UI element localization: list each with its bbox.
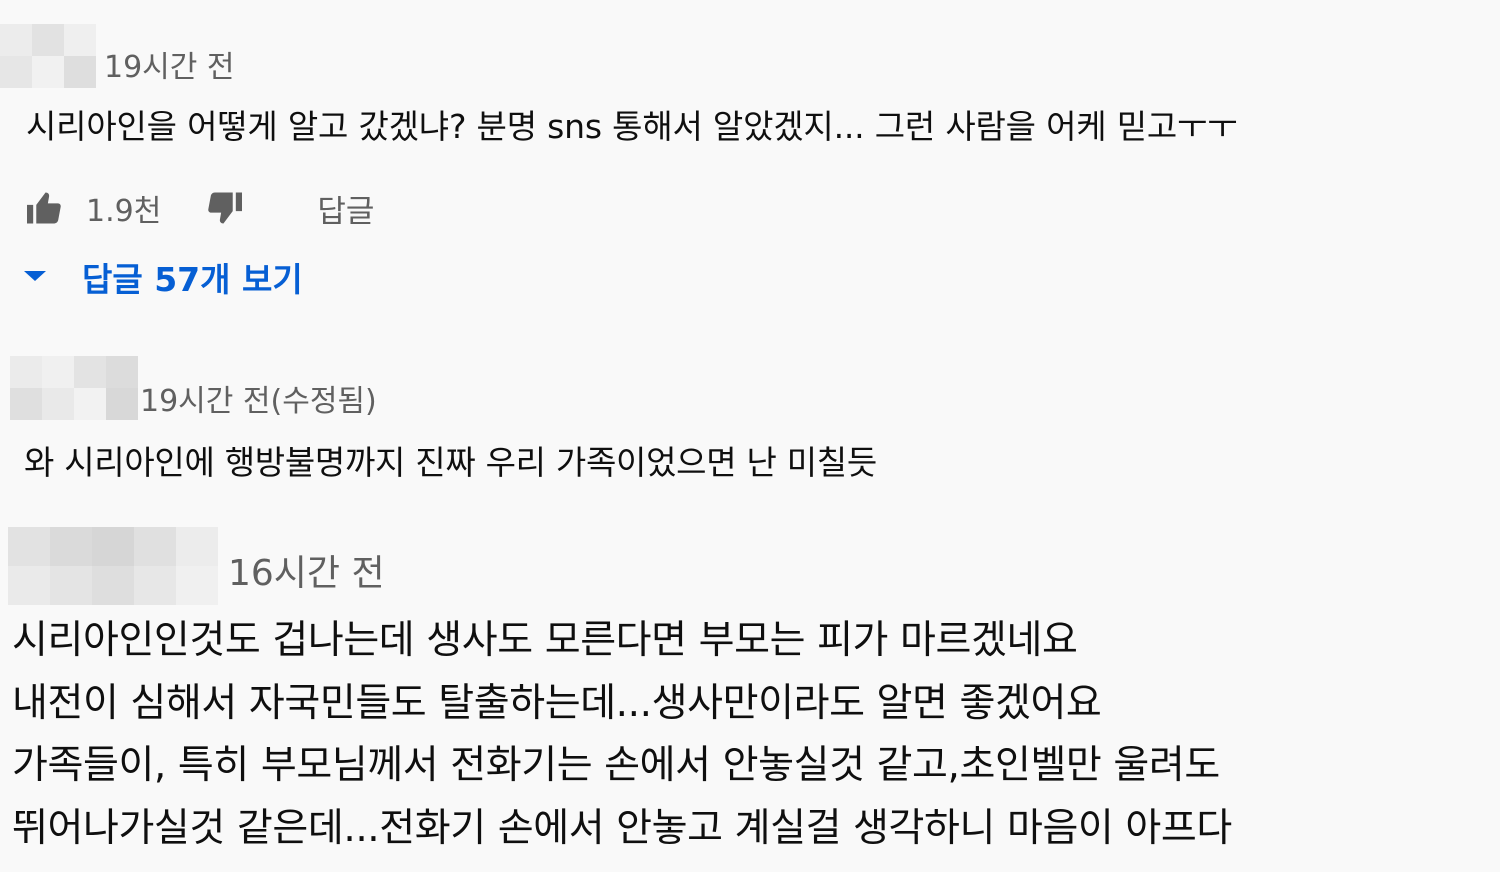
comment-action-bar: 1.9천 답글: [24, 186, 374, 230]
like-count: 1.9천: [86, 194, 162, 229]
caret-down-icon: [22, 268, 48, 287]
view-replies-label: 답글 57개 보기: [82, 260, 303, 299]
comment-timestamp[interactable]: 19시간 전(수정됨): [140, 376, 377, 420]
comment-text: 시리아인을 어떻게 알고 갔겠냐? 분명 sns 통해서 알았겠지... 그런 …: [26, 107, 1238, 146]
avatar-blurred[interactable]: [0, 24, 96, 88]
comment-text-line: 내전이 심해서 자국민들도 탈출하는데...생사만이라도 알면 좋겠어요: [12, 680, 1102, 726]
thumbs-up-icon[interactable]: [24, 188, 64, 228]
comment-text: 와 시리아인에 행방불명까지 진짜 우리 가족이었으면 난 미칠듯: [24, 443, 877, 482]
comment-text-line: 시리아인인것도 겁나는데 생사도 모른다면 부모는 피가 마르겠네요: [12, 618, 1078, 663]
reply-button[interactable]: 답글: [317, 186, 374, 231]
avatar-blurred[interactable]: [8, 527, 218, 605]
comment-timestamp[interactable]: 16시간 전: [228, 544, 385, 596]
comment-text-line: 뛰어나가실것 같은데...전화기 손에서 안놓고 계실걸 생각하니 마음이 아프…: [12, 805, 1232, 851]
comment-timestamp[interactable]: 19시간 전: [104, 42, 235, 86]
comment-text: 시리아인인것도 겁나는데 생사도 모른다면 부모는 피가 마르겠네요 내전이 심…: [12, 610, 1232, 860]
view-replies-button[interactable]: 답글 57개 보기: [22, 252, 303, 302]
comment-text-line: 가족들이, 특히 부모님께서 전화기는 손에서 안놓실것 같고,초인벨만 울려도: [12, 743, 1220, 788]
thumbs-down-icon[interactable]: [205, 188, 245, 228]
avatar-blurred[interactable]: [10, 356, 138, 420]
